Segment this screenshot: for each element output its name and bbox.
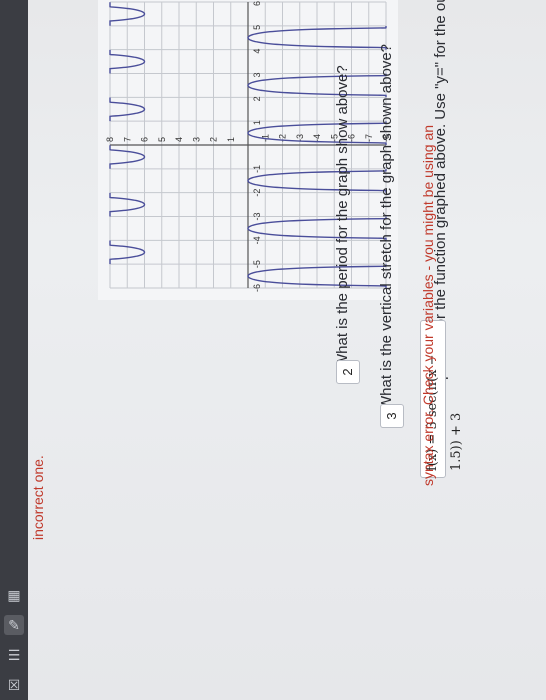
y-tick-label: 7	[122, 137, 132, 142]
y-tick-label: 5	[157, 137, 167, 142]
x-tick-label: 2	[252, 96, 262, 101]
list-icon[interactable]: ☰	[4, 645, 24, 665]
period-answer-value: 2	[340, 368, 355, 376]
left-toolbar: ▦ ✎ ☰ ☒	[0, 0, 28, 700]
y-tick-label: 1	[226, 137, 236, 142]
period-answer-input[interactable]: 2	[336, 360, 360, 384]
y-tick-label: 3	[191, 137, 201, 142]
x-tick-label: -2	[252, 189, 262, 197]
worksheet-page: -6 -5 -4 -3 -2 -1 1 2 3 4 5 6 8 7 6 5 4 3 2 1 -1 -2 -3 -4 -5 -6 -7…	[28, 0, 546, 700]
graph-container: -6 -5 -4 -3 -2 -1 1 2 3 4 5 6 8 7 6 5 4 3 2 1 -1 -2 -3 -4 -5 -6 -7…	[98, 0, 398, 300]
grid-icon[interactable]: ▦	[4, 585, 24, 605]
x-tick-label: -6	[252, 284, 262, 292]
x-tick-label: 4	[252, 49, 262, 54]
x-tick-label: -3	[252, 212, 262, 220]
x-tick-label: 5	[252, 25, 262, 30]
error-text-2: incorrect one.	[30, 455, 46, 540]
x-tick-label: -5	[252, 260, 262, 268]
error-line-1: syntax error. Check your variables - you…	[420, 125, 436, 486]
close-box-icon[interactable]: ☒	[4, 675, 24, 695]
y-tick-label: 4	[174, 137, 184, 142]
question-period-text: What is the period for the graph show ab…	[334, 65, 351, 368]
x-tick-label: -1	[252, 165, 262, 173]
question-vertical-stretch: What is the vertical stretch for the gra…	[378, 44, 395, 410]
y-tick-label: 6	[140, 137, 150, 142]
error-text-1: syntax error. Check your variables - you…	[420, 124, 436, 486]
x-tick-label: 1	[252, 120, 262, 125]
y-tick-label: -7	[364, 134, 374, 142]
question-vertical-stretch-text: What is the vertical stretch for the gra…	[378, 43, 395, 410]
error-line-2: incorrect one.	[30, 455, 46, 540]
x-tick-label: 6	[252, 1, 262, 6]
y-tick-label: -4	[312, 134, 322, 142]
y-tick-label: 2	[209, 137, 219, 142]
stretch-answer-input[interactable]: 3	[380, 404, 404, 428]
x-tick-label: -4	[252, 236, 262, 244]
y-tick-label: 8	[105, 137, 115, 142]
pen-icon[interactable]: ✎	[4, 615, 24, 635]
stretch-answer-value: 3	[384, 412, 399, 420]
question-period: What is the period for the graph show ab…	[334, 65, 351, 368]
sec-graph: -6-5-4-3-2-11234568 7 6 5 4 3 2 1 -1 -2 -3 -4 -5 -6 -7…	[98, 0, 398, 300]
x-tick-label: 3	[252, 72, 262, 77]
